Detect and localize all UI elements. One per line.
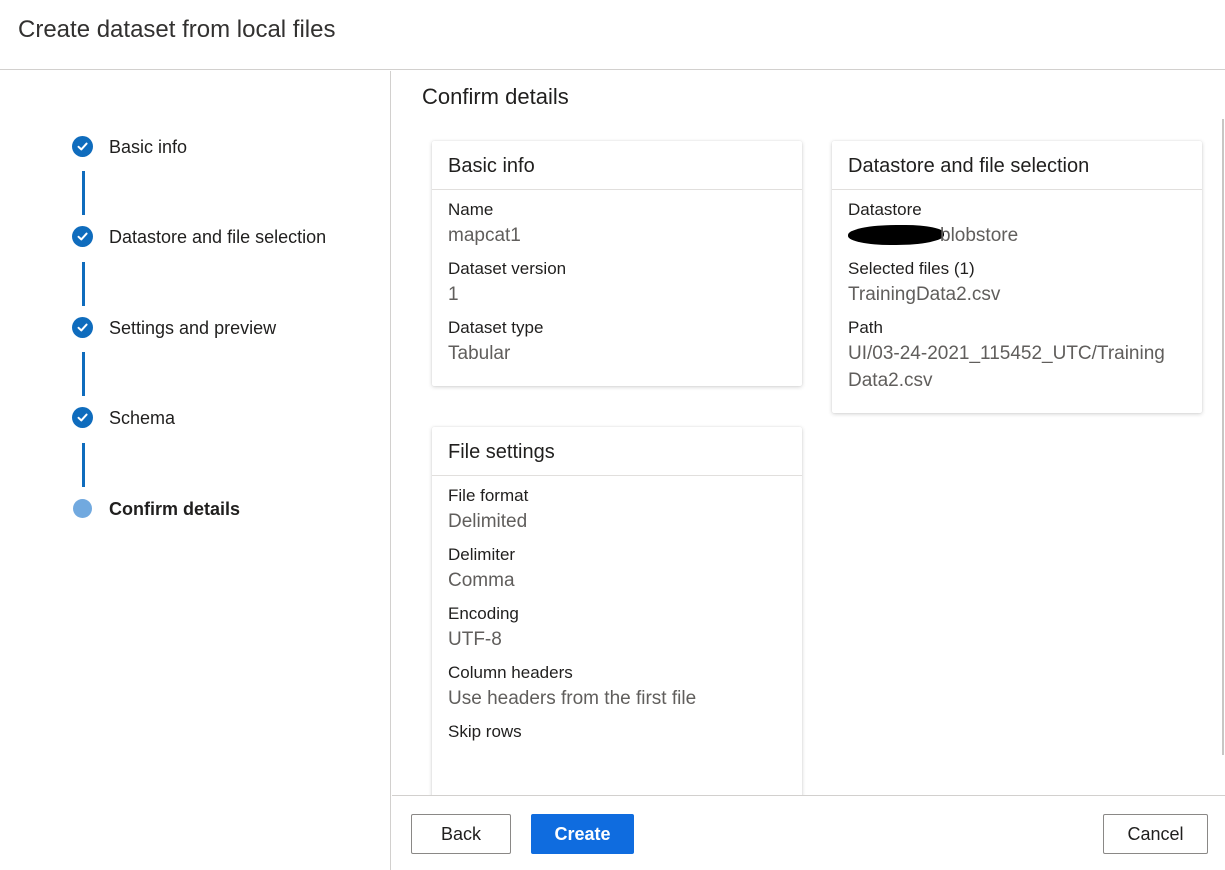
checkmark-icon [72,317,93,338]
field-file-format: File format Delimited [432,486,802,535]
checkmark-icon [72,226,93,247]
card-title: File settings [432,427,802,476]
field-value: UI/03-24-2021_115452_UTC/TrainingData2.c… [848,343,1165,391]
field-skip-rows: Skip rows [432,722,802,742]
step-label: Confirm details [109,499,241,519]
field-label: Delimiter [448,545,516,564]
step-label: Datastore and file selection [109,227,327,247]
field-value: Tabular [448,343,511,364]
create-button[interactable]: Create [531,814,634,854]
field-label: Dataset version [448,259,567,278]
datastore-card: Datastore and file selection Datastore b… [832,141,1202,413]
card-title: Datastore and file selection [832,141,1202,190]
section-title: Confirm details [422,84,569,109]
field-label: Skip rows [448,722,522,741]
field-label: File format [448,486,529,505]
step-label: Settings and preview [109,318,277,338]
field-label: Path [848,318,883,337]
field-value: mapcat1 [448,225,521,246]
vertical-scrollbar[interactable] [1222,119,1224,755]
step-connector [82,171,85,215]
step-label: Basic info [109,137,188,157]
dialog-header: Create dataset from local files [0,0,1225,70]
field-encoding: Encoding UTF-8 [432,604,802,653]
wizard-steps-nav [0,71,391,870]
field-value: UTF-8 [448,629,502,650]
basic-info-card: Basic info Name mapcat1 Dataset version … [432,141,802,386]
field-delimiter: Delimiter Comma [432,545,802,594]
step-connector [82,352,85,396]
field-path: Path UI/03-24-2021_115452_UTC/TrainingDa… [832,318,1202,394]
back-button[interactable]: Back [411,814,511,854]
checkmark-icon [72,407,93,428]
dialog-title: Create dataset from local files [18,16,336,43]
field-label: Datastore [848,200,922,219]
step-label: Schema [109,408,176,428]
card-title: Basic info [432,141,802,190]
main-content: Confirm details Basic info Name mapcat1 … [392,71,1225,795]
field-label: Column headers [448,663,573,682]
current-step-dot-icon [73,499,92,518]
field-value: Comma [448,570,515,591]
field-label: Selected files (1) [848,259,975,278]
field-label: Name [448,200,494,219]
field-dataset-version: Dataset version 1 [432,259,802,308]
step-connector [82,262,85,306]
field-value: 1 [448,284,459,305]
field-label: Encoding [448,604,519,623]
datastore-name: blobstore [940,225,1019,246]
field-dataset-type: Dataset type Tabular [432,318,802,367]
field-value: TrainingData2.csv [848,284,1001,305]
field-value: blobstore [848,222,1186,249]
field-selected-files: Selected files (1) TrainingData2.csv [832,259,1202,308]
field-label: Dataset type [448,318,544,337]
redaction-mark [848,225,944,245]
step-connector [82,443,85,487]
checkmark-icon [72,136,93,157]
file-settings-card: File settings File format Delimited Deli… [432,427,802,795]
dialog-footer: Back Create Cancel [392,795,1225,870]
field-value: Delimited [448,511,528,532]
field-datastore: Datastore blobstore [832,200,1202,249]
cancel-button[interactable]: Cancel [1103,814,1208,854]
field-value: Use headers from the first file [448,688,697,709]
field-name: Name mapcat1 [432,200,802,249]
field-column-headers: Column headers Use headers from the firs… [432,663,802,712]
